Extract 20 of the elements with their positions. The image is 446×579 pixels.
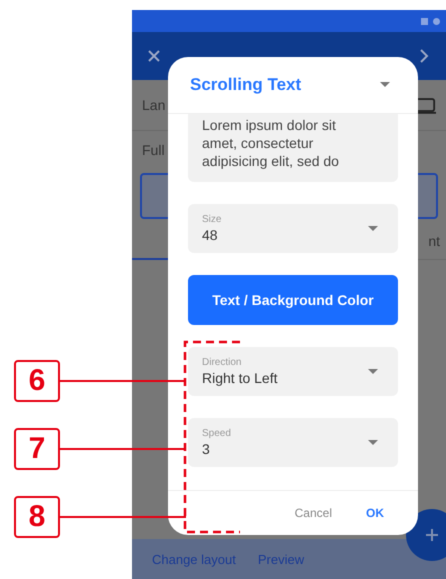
caret-icon [368, 440, 378, 446]
caret-icon [368, 226, 378, 232]
tab-label[interactable]: nt [428, 233, 440, 249]
select-field[interactable]: Speed 3 [188, 418, 398, 467]
select-field[interactable]: Size 48 [188, 204, 398, 253]
callout-number: 8 [14, 496, 60, 538]
close-icon[interactable] [146, 48, 162, 64]
caret-icon [368, 368, 378, 374]
caret-icon[interactable] [380, 82, 390, 88]
color-button[interactable]: Text / Background Color [188, 275, 398, 325]
callout-number: 6 [14, 360, 60, 402]
dialog-title: Scrolling Text [190, 75, 302, 95]
select-field[interactable]: Direction Right to Left [188, 347, 398, 396]
row-label: Full [142, 142, 165, 158]
text-field[interactable]: Lorem ipsum dolor sit amet, consectetur adipisicing elit, sed do [188, 114, 398, 182]
plus-icon [424, 527, 440, 543]
callout-number: 7 [14, 428, 60, 470]
dialog-action[interactable]: OK [358, 502, 392, 524]
dialog-action[interactable]: Cancel [286, 502, 340, 524]
row-label: Lan [142, 97, 166, 113]
